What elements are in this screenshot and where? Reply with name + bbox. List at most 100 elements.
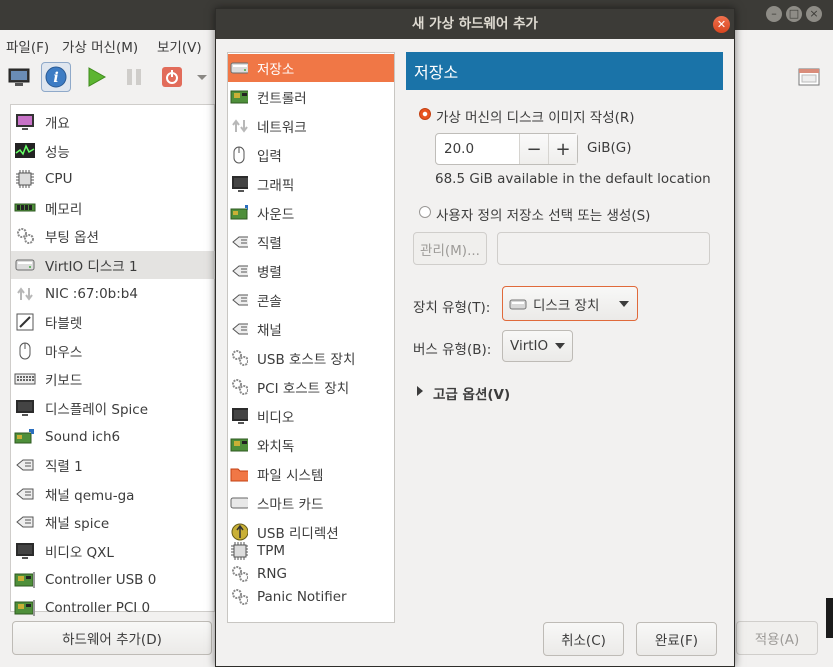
disk-size-spinbox[interactable]: 20.0 − +	[435, 133, 578, 165]
hw-list-item-label: RNG	[257, 565, 287, 582]
sidebar-item[interactable]: VirtIO 디스크 1	[11, 251, 216, 279]
hw-list-item[interactable]: 비디오	[228, 402, 394, 430]
sidebar-item[interactable]: Controller PCI 0	[11, 594, 216, 622]
hw-list-item[interactable]: RNG	[228, 562, 394, 585]
sidebar-item[interactable]: 채널 spice	[11, 508, 216, 536]
hw-list-item[interactable]: 와치독	[228, 431, 394, 459]
available-space-text: 68.5 GiB available in the default locati…	[435, 171, 711, 187]
hw-list-item[interactable]: 컨트롤러	[228, 83, 394, 111]
bus-type-label: 버스 유형(B):	[413, 342, 492, 358]
hw-list-item[interactable]: 파일 시스템	[228, 460, 394, 488]
sidebar-item[interactable]: NIC :67:0b:b4	[11, 280, 216, 308]
menu-file[interactable]: 파일(F)	[6, 36, 49, 56]
sound-card-icon	[13, 426, 37, 448]
hw-list-item[interactable]: 사운드	[228, 199, 394, 227]
hw-list-item-label: 직렬	[257, 236, 282, 252]
sidebar-item-label: 마우스	[45, 344, 83, 361]
hw-list-item[interactable]: 그래픽	[228, 170, 394, 198]
sidebar-item-label: 키보드	[45, 373, 83, 390]
sidebar-item-label: 개요	[45, 116, 70, 132]
hw-list-item[interactable]: PCI 호스트 장치	[228, 373, 394, 401]
finish-button[interactable]: 완료(F)	[636, 622, 717, 656]
hw-list-item[interactable]: USB 호스트 장치	[228, 344, 394, 372]
sidebar-item[interactable]: Controller USB 0	[11, 566, 216, 594]
device-type-combo[interactable]: 디스크 장치	[502, 286, 638, 321]
device-sidebar: 개요성능 CPU 메모리 부팅 옵션 VirtIO 디스크 1 NIC :67:0b:b4…	[10, 104, 216, 617]
shutdown-power-icon[interactable]	[157, 62, 187, 92]
hw-list-item[interactable]: Panic Notifier	[228, 585, 394, 608]
pause-icon[interactable]	[119, 62, 149, 92]
add-hardware-dialog: 새 가상 하드웨어 추가 ✕ 저장소 컨트롤러 네트워크 입력 그래픽 사운드 직렬 병렬 콘솔…	[215, 8, 735, 667]
hw-list-item[interactable]: 직렬	[228, 228, 394, 256]
sidebar-item[interactable]: 채널 qemu-ga	[11, 480, 216, 508]
smartcard-icon	[230, 494, 248, 512]
disk-size-input[interactable]: 20.0	[436, 134, 519, 164]
hw-list-item[interactable]: 콘솔	[228, 286, 394, 314]
maximize-button[interactable]: □	[786, 6, 802, 22]
hw-list-item[interactable]: 채널	[228, 315, 394, 343]
sidebar-item-label: 디스플레이 Spice	[45, 402, 149, 418]
decrement-button[interactable]: −	[519, 134, 548, 164]
sidebar-item[interactable]: 직렬 1	[11, 451, 216, 479]
custom-storage-radio[interactable]	[419, 206, 431, 218]
hw-list-item-label: 스마트 카드	[257, 497, 324, 513]
create-disk-radio[interactable]	[419, 108, 431, 120]
hw-list-item[interactable]: 스마트 카드	[228, 489, 394, 517]
tpm-chip-icon	[230, 541, 248, 560]
hw-list-item[interactable]: 저장소	[228, 54, 394, 82]
bus-type-combo[interactable]: VirtIO	[502, 330, 573, 362]
section-header: 저장소	[406, 52, 723, 90]
pci-gears-icon	[230, 378, 248, 396]
sound-card-icon	[230, 204, 248, 222]
chevron-down-icon	[619, 300, 629, 307]
window-close-button[interactable]: ×	[806, 6, 822, 22]
hw-list-item-label: 채널	[257, 323, 282, 339]
serial-port-icon	[13, 454, 37, 476]
sidebar-item[interactable]: 비디오 QXL	[11, 537, 216, 565]
run-play-icon[interactable]	[81, 62, 111, 92]
sidebar-item[interactable]: 부팅 옵션	[11, 222, 216, 250]
console-monitor-icon[interactable]	[4, 62, 34, 92]
increment-button[interactable]: +	[548, 134, 577, 164]
advanced-options-expander[interactable]: 고급 옵션(V)	[433, 383, 510, 403]
cancel-button[interactable]: 취소(C)	[543, 622, 624, 656]
bus-type-value: VirtIO	[510, 338, 549, 354]
hw-list-item[interactable]: TPM	[228, 539, 394, 562]
hw-list-item-label: 입력	[257, 149, 282, 165]
menu-view[interactable]: 보기(V)	[157, 36, 202, 56]
details-info-icon[interactable]: i	[41, 62, 71, 92]
storage-path-field[interactable]	[497, 232, 710, 265]
rng-gears-icon	[230, 565, 248, 583]
hw-list-item-label: TPM	[257, 542, 286, 559]
add-hardware-button[interactable]: 하드웨어 추가(D)	[12, 621, 212, 655]
menu-vm[interactable]: 가상 머신(M)	[62, 36, 138, 56]
sidebar-item[interactable]: 타블렛	[11, 308, 216, 336]
shutdown-menu-chevron-down-icon[interactable]	[192, 62, 212, 92]
fullscreen-icon[interactable]	[794, 62, 824, 92]
sidebar-item[interactable]: 개요	[11, 108, 216, 136]
sidebar-item[interactable]: 디스플레이 Spice	[11, 394, 216, 422]
minimize-button[interactable]: –	[766, 6, 782, 22]
sidebar-item[interactable]: Sound ich6	[11, 423, 216, 451]
create-disk-label[interactable]: 가상 머신의 디스크 이미지 작성(R)	[436, 106, 635, 126]
sidebar-item[interactable]: 키보드	[11, 365, 216, 393]
hw-list-item[interactable]: 입력	[228, 141, 394, 169]
expander-arrow-icon[interactable]	[417, 386, 423, 396]
sidebar-item[interactable]: 마우스	[11, 337, 216, 365]
dialog-close-icon[interactable]: ✕	[713, 16, 730, 33]
sidebar-item-label: Sound ich6	[45, 428, 121, 445]
sidebar-item[interactable]: CPU	[11, 165, 216, 193]
parallel-port-icon	[230, 262, 248, 280]
hw-list-item[interactable]: 병렬	[228, 257, 394, 285]
sidebar-item-label: Controller USB 0	[45, 571, 157, 588]
sidebar-item-label: NIC :67:0b:b4	[45, 285, 138, 302]
hw-list-item[interactable]: 네트워크	[228, 112, 394, 140]
custom-storage-label[interactable]: 사용자 정의 저장소 선택 또는 생성(S)	[436, 204, 650, 224]
hardware-type-list: 저장소 컨트롤러 네트워크입력그래픽 사운드직렬병렬 콘솔채널 USB 호스트 장치 PCI…	[227, 52, 395, 623]
manage-button[interactable]: 관리(M)...	[413, 232, 487, 265]
sidebar-item[interactable]: 메모리	[11, 194, 216, 222]
sidebar-item-label: VirtIO 디스크 1	[45, 259, 138, 275]
apply-button[interactable]: 적용(A)	[736, 621, 818, 655]
sidebar-item[interactable]: 성능	[11, 137, 216, 165]
hw-list-item-label: PCI 호스트 장치	[257, 381, 350, 397]
